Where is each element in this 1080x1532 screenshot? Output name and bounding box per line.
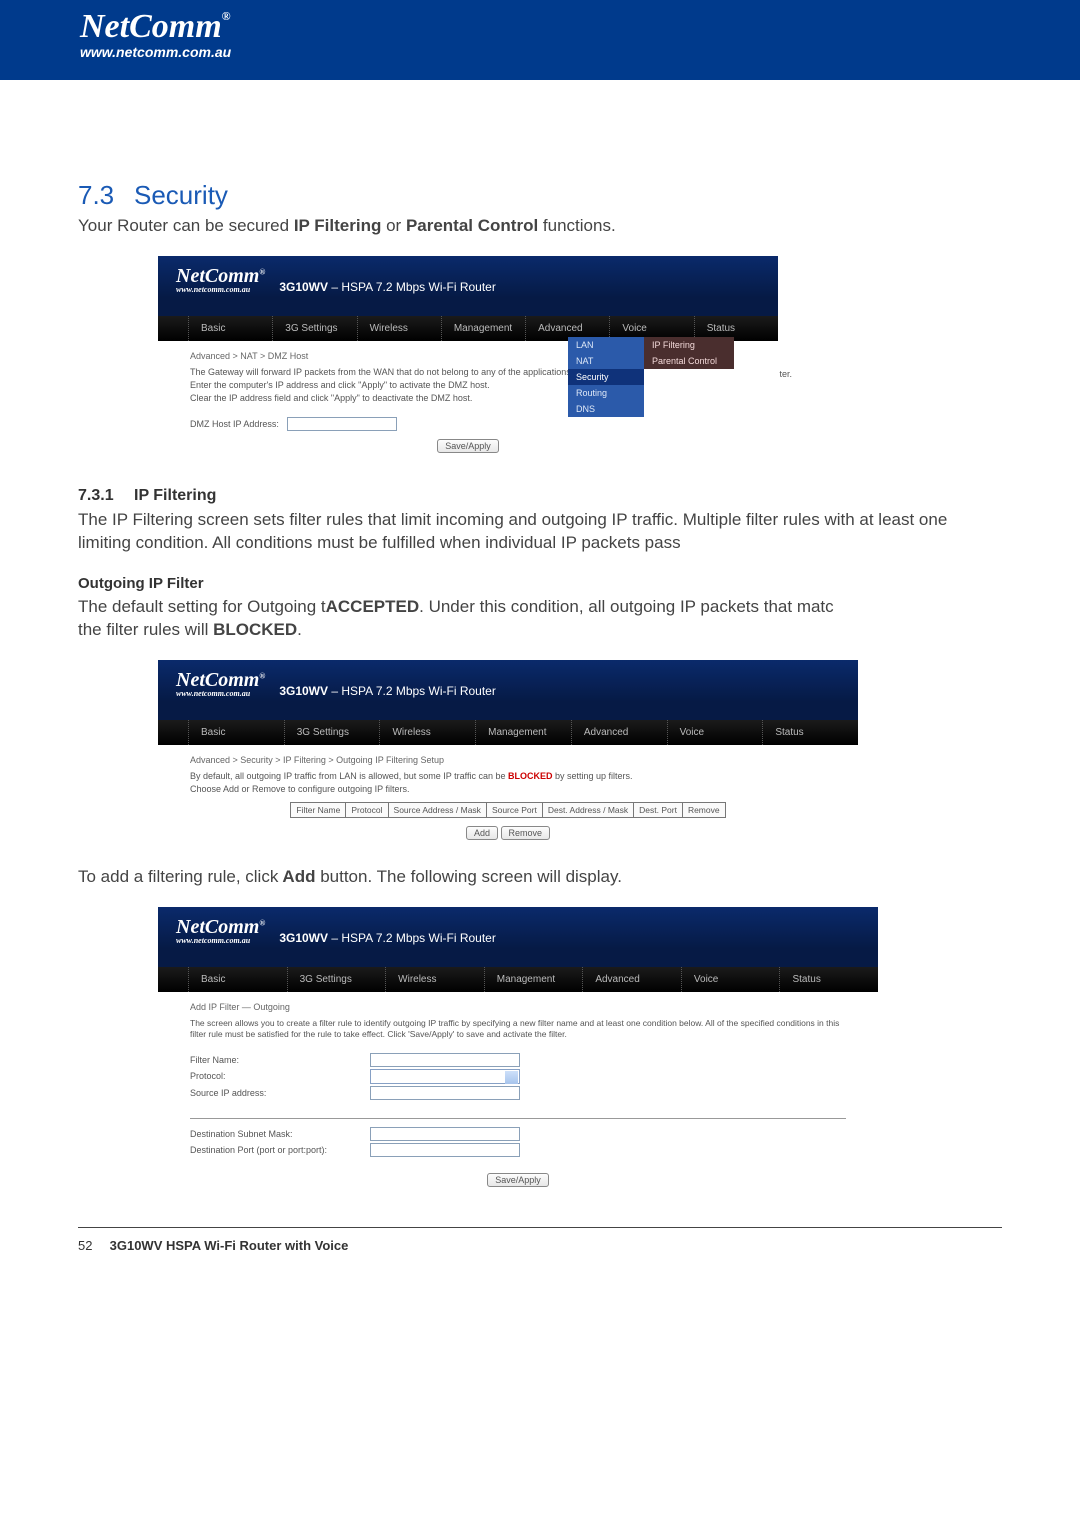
col-src-port: Source Port [486,802,542,817]
col-protocol: Protocol [346,802,388,817]
menu-routing[interactable]: Routing [568,385,644,401]
remove-button[interactable]: Remove [501,826,551,840]
submenu-parental-control[interactable]: Parental Control [644,353,734,369]
page-footer: 52 3G10WV HSPA Wi-Fi Router with Voice [78,1227,1002,1253]
save-apply-button[interactable]: Save/Apply [487,1173,549,1187]
router-nav: Basic 3G Settings Wireless Management Ad… [158,720,858,745]
router-title: 3G10WV – HSPA 7.2 Mbps Wi-Fi Router [279,684,496,698]
menu-nat[interactable]: NAT [568,353,644,369]
router-logo: NetComm® www.netcomm.com.au [176,917,265,945]
col-src-addr: Source Address / Mask [388,802,486,817]
dmz-ip-label: DMZ Host IP Address: [190,419,279,429]
protocol-label: Protocol: [190,1071,360,1081]
dst-port-input[interactable] [370,1143,520,1157]
filter-name-label: Filter Name: [190,1055,360,1065]
ip-filtering-desc: The IP Filtering screen sets filter rule… [78,509,1002,555]
filter-name-input[interactable] [370,1053,520,1067]
dst-mask-input[interactable] [370,1127,520,1141]
menu-lan[interactable]: LAN [568,337,644,353]
router-screenshot-outgoing-list: NetComm® www.netcomm.com.au 3G10WV – HSP… [158,660,858,852]
nav-3g[interactable]: 3G Settings [287,967,386,992]
dst-port-label: Destination Port (port or port:port): [190,1145,360,1155]
outgoing-choose-text: Choose Add or Remove to configure outgoi… [190,784,826,794]
add-button[interactable]: Add [466,826,498,840]
nav-voice[interactable]: Voice [667,720,763,745]
router-logo: NetComm® www.netcomm.com.au [176,266,265,294]
router-logo: NetComm® www.netcomm.com.au [176,670,265,698]
add-filter-desc: The screen allows you to create a filter… [190,1018,846,1040]
filter-table: Filter Name Protocol Source Address / Ma… [290,802,725,818]
page-header: NetComm® www.netcomm.com.au [0,0,1080,80]
nav-wireless[interactable]: Wireless [357,316,441,341]
add-rule-text: To add a filtering rule, click Add butto… [78,866,1002,889]
col-remove: Remove [682,802,725,817]
nav-wireless[interactable]: Wireless [385,967,484,992]
nav-status[interactable]: Status [779,967,878,992]
section-title: 7.3Security [78,180,1002,211]
menu-dns[interactable]: DNS [568,401,644,417]
nav-advanced[interactable]: Advanced [571,720,667,745]
col-filter-name: Filter Name [291,802,346,817]
menu-security[interactable]: Security [568,369,644,385]
brand-logo: NetComm® [80,10,231,44]
registered-mark: ® [222,9,231,23]
nav-basic[interactable]: Basic [188,720,284,745]
col-dst-port: Dest. Port [634,802,683,817]
nav-advanced[interactable]: Advanced [582,967,681,992]
nav-basic[interactable]: Basic [188,316,272,341]
advanced-submenu: LAN NAT Security Routing DNS IP Filterin… [568,337,734,417]
router-title: 3G10WV – HSPA 7.2 Mbps Wi-Fi Router [279,280,496,294]
outgoing-heading: Outgoing IP Filter [78,575,1002,592]
router-nav: Basic 3G Settings Wireless Management Ad… [158,967,878,992]
outgoing-default-text: By default, all outgoing IP traffic from… [190,771,826,781]
dst-mask-label: Destination Subnet Mask: [190,1129,360,1139]
add-filter-heading: Add IP Filter — Outgoing [190,1002,846,1012]
outgoing-desc: The default setting for Outgoing tACCEPT… [78,596,1002,642]
save-apply-button[interactable]: Save/Apply [437,439,499,453]
router-title: 3G10WV – HSPA 7.2 Mbps Wi-Fi Router [279,931,496,945]
nav-management[interactable]: Management [441,316,525,341]
nav-voice[interactable]: Voice [681,967,780,992]
line1-tail: ter. [779,369,792,379]
footer-model: 3G10WV HSPA Wi-Fi Router with Voice [110,1238,349,1253]
nav-management[interactable]: Management [475,720,571,745]
router-screenshot-dmz: NetComm® www.netcomm.com.au 3G10WV – HSP… [158,256,778,465]
breadcrumb: Advanced > Security > IP Filtering > Out… [190,755,826,765]
submenu-ip-filtering[interactable]: IP Filtering [644,337,734,353]
brand-url: www.netcomm.com.au [80,44,1080,60]
page-number: 52 [78,1238,106,1253]
router-screenshot-add-filter: NetComm® www.netcomm.com.au 3G10WV – HSP… [158,907,878,1199]
col-dst-addr: Dest. Address / Mask [542,802,633,817]
nav-management[interactable]: Management [484,967,583,992]
nav-basic[interactable]: Basic [188,967,287,992]
subsection-title: 7.3.1IP Filtering [78,487,1002,505]
nav-3g[interactable]: 3G Settings [284,720,380,745]
src-ip-input[interactable] [370,1086,520,1100]
src-ip-label: Source IP address: [190,1088,360,1098]
nav-3g[interactable]: 3G Settings [272,316,356,341]
section-intro: Your Router can be secured IP Filtering … [78,215,1002,238]
nav-status[interactable]: Status [762,720,858,745]
nav-wireless[interactable]: Wireless [379,720,475,745]
dmz-ip-input[interactable] [287,417,397,431]
protocol-select[interactable] [370,1069,520,1084]
